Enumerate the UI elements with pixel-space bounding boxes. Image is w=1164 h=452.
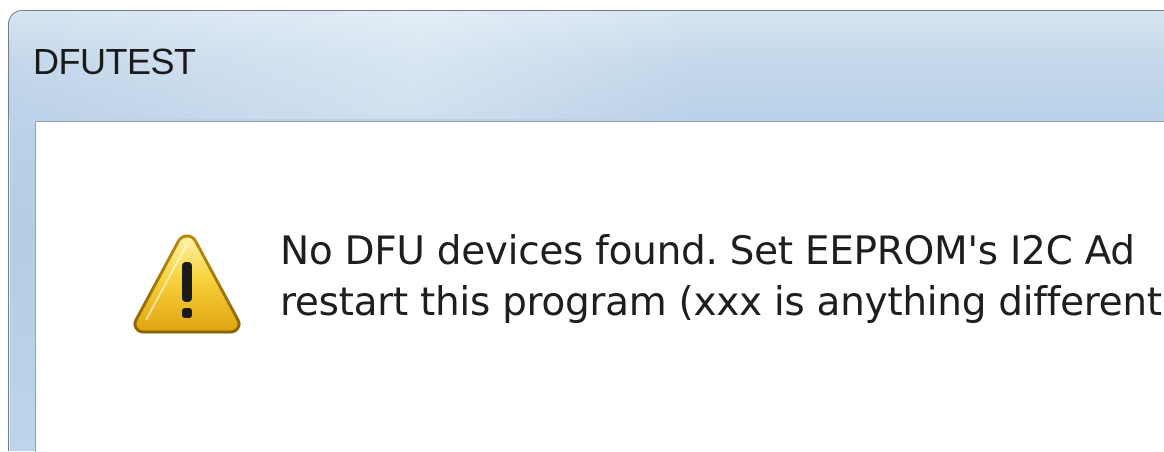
window-title: DFUTEST [33, 41, 196, 82]
warning-icon [133, 234, 241, 334]
message-line-2: restart this program (xxx is anything di… [280, 280, 1162, 325]
title-bar[interactable]: DFUTEST [9, 11, 1164, 119]
dialog-content: No DFU devices found. Set EEPROM's I2C A… [35, 121, 1164, 452]
message-line-1: No DFU devices found. Set EEPROM's I2C A… [280, 229, 1135, 274]
dialog-window: DFUTEST No DFU devices found. Set EEPROM… [8, 10, 1164, 452]
dialog-message: No DFU devices found. Set EEPROM's I2C A… [280, 226, 1162, 328]
